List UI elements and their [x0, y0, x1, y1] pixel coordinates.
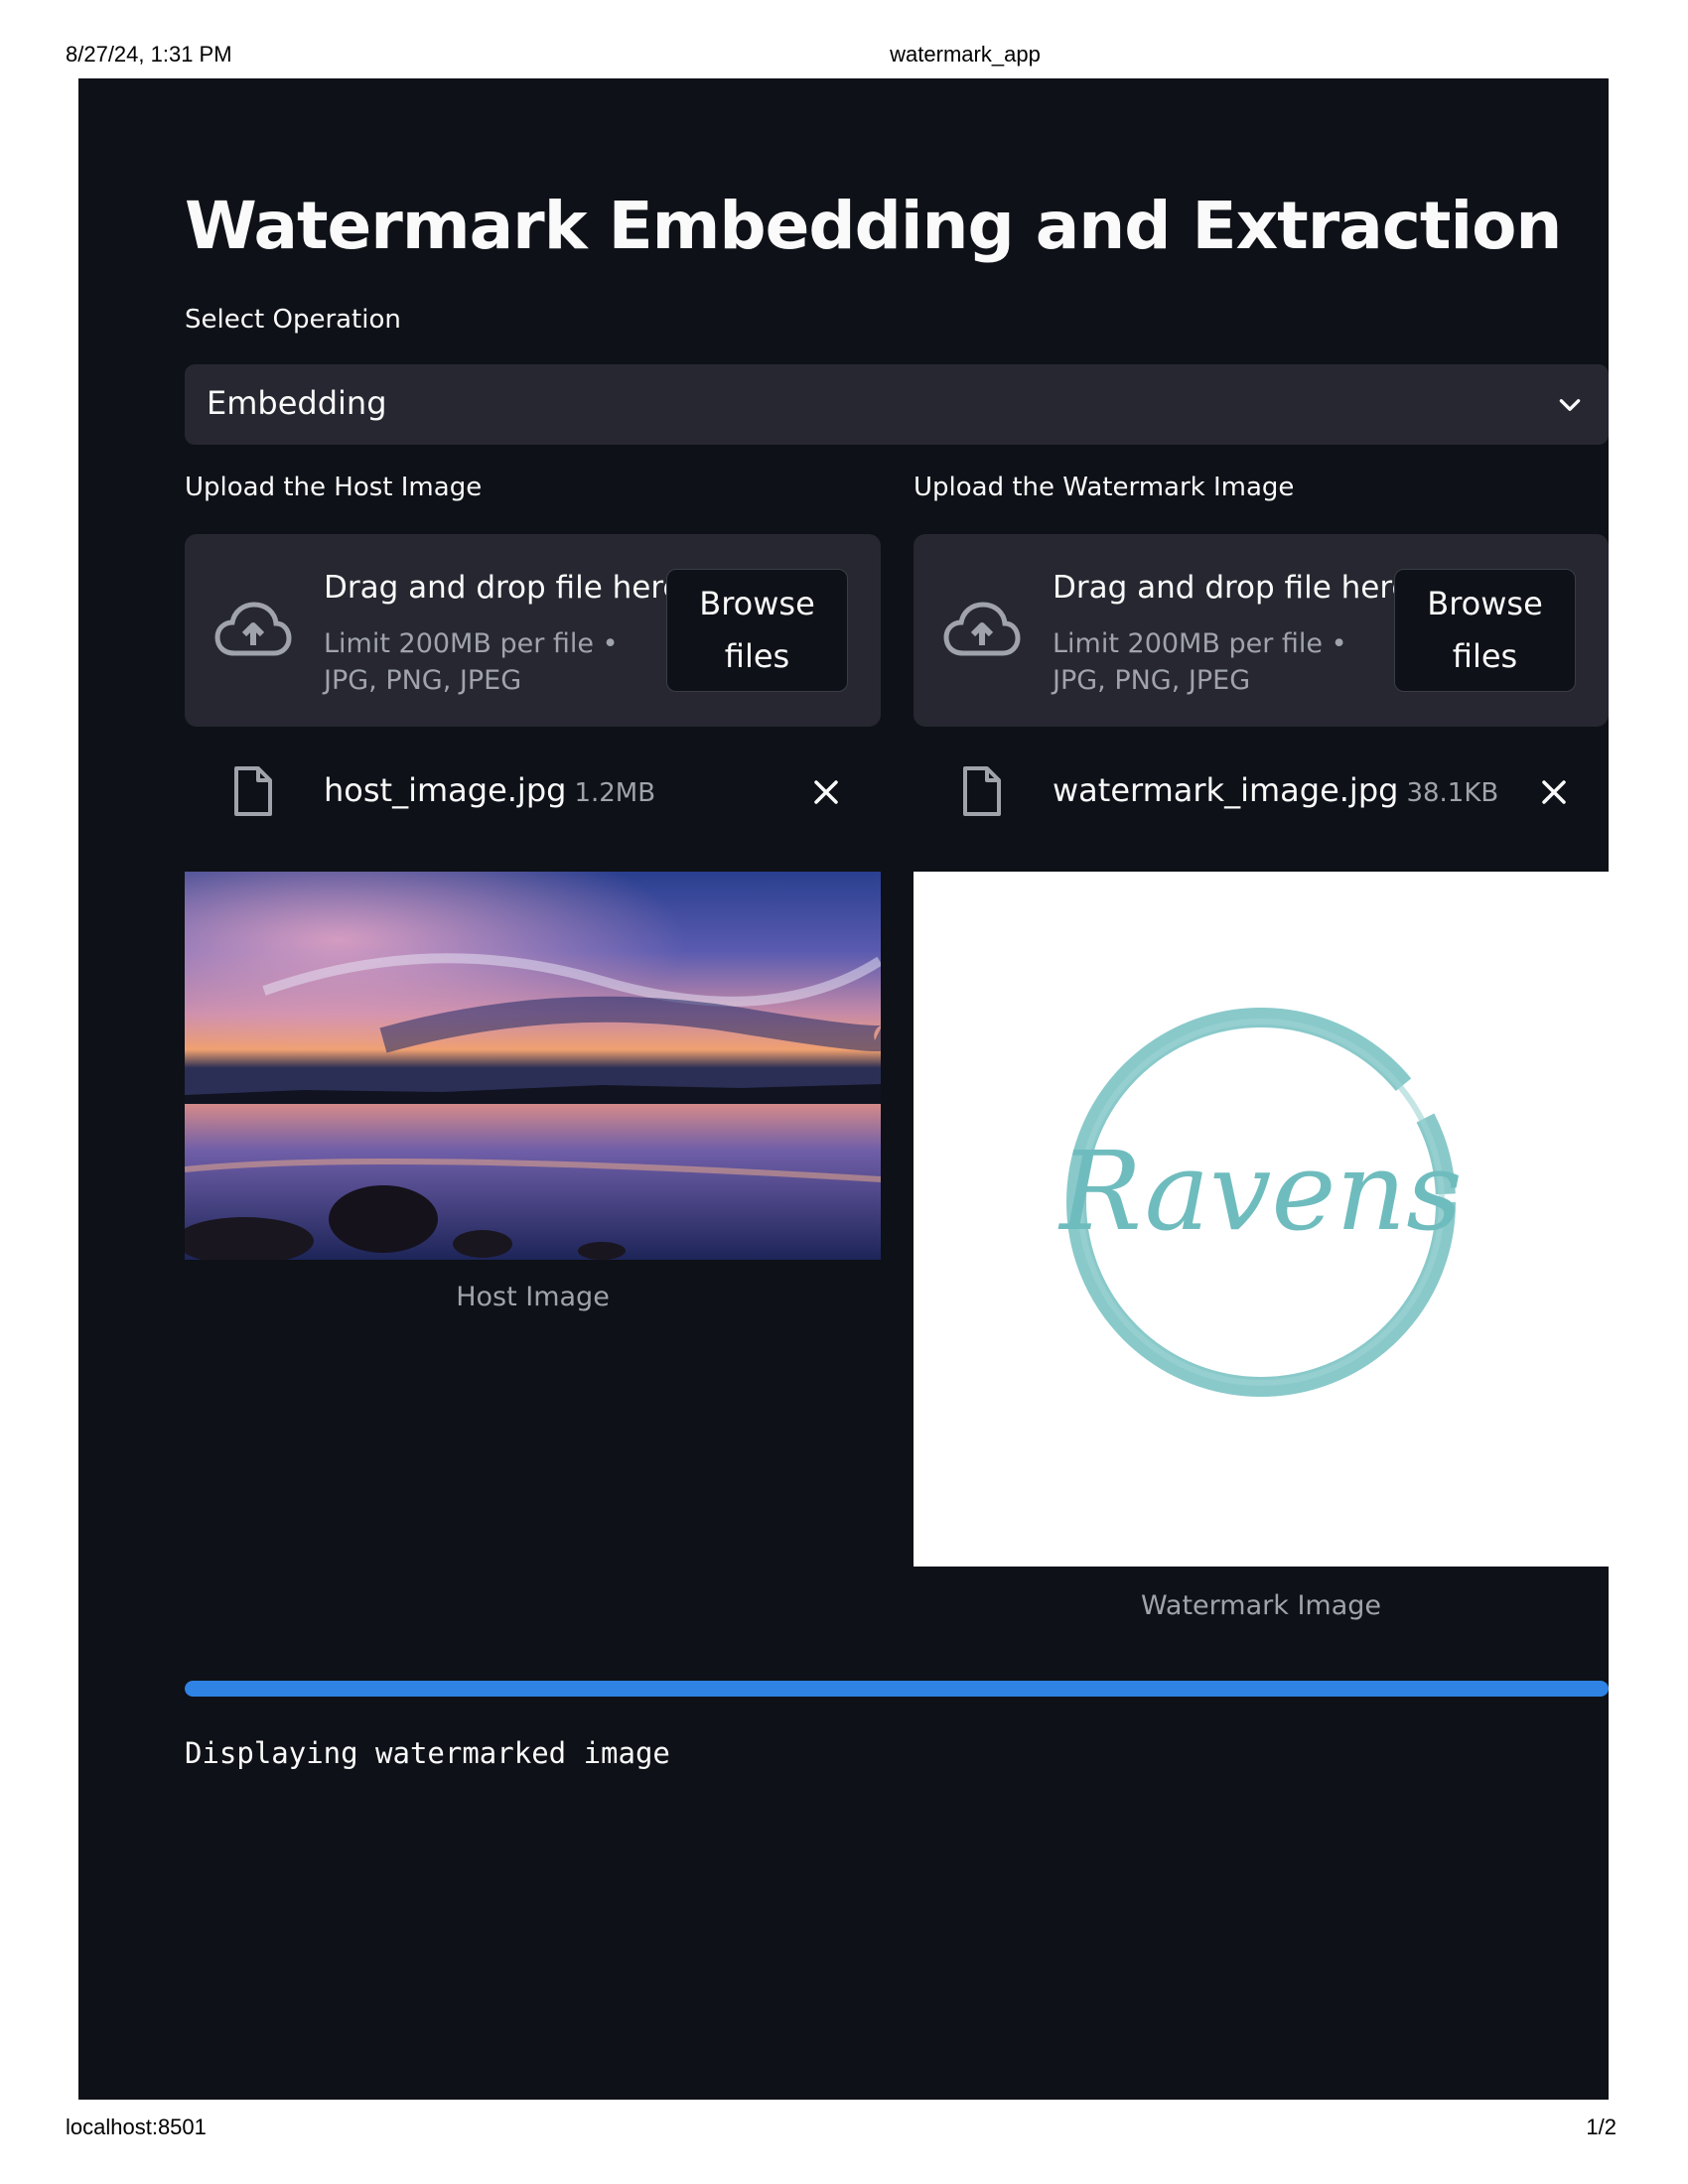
host-file-name: host_image.jpg 1.2MB — [324, 771, 655, 809]
print-url: localhost:8501 — [66, 2115, 207, 2139]
host-file-name-text: host_image.jpg — [324, 771, 567, 809]
app-window: Watermark Embedding and Extraction Selec… — [78, 78, 1609, 2100]
host-browse-button[interactable]: Browse files — [666, 569, 848, 692]
host-dropzone[interactable]: Drag and drop file here Limit 200MB per … — [185, 534, 881, 727]
watermark-image-caption: Watermark Image — [1140, 1590, 1382, 1621]
operation-label: Select Operation — [185, 305, 401, 335]
cloud-upload-icon — [214, 602, 292, 656]
operation-selected-value: Embedding — [207, 384, 387, 422]
host-image-preview — [185, 872, 881, 1260]
watermark-drop-text: Drag and drop file here — [1053, 570, 1411, 606]
progress-bar-fill — [185, 1681, 1609, 1697]
watermark-file-name: watermark_image.jpg 38.1KB — [1053, 771, 1498, 809]
print-page-number: 1/2 — [1586, 2115, 1617, 2139]
watermark-file-row: watermark_image.jpg 38.1KB — [914, 763, 1609, 833]
operation-select[interactable]: Embedding — [185, 364, 1609, 445]
progress-bar — [185, 1681, 1609, 1697]
file-icon — [234, 766, 272, 816]
host-file-row: host_image.jpg 1.2MB — [185, 763, 881, 833]
status-message: Displaying watermarked image — [185, 1736, 670, 1770]
page-title: Watermark Embedding and Extraction — [185, 188, 1562, 264]
host-drop-text: Drag and drop file here — [324, 570, 682, 606]
watermark-browse-button[interactable]: Browse files — [1394, 569, 1576, 692]
watermark-limit-text: Limit 200MB per file • JPG, PNG, JPEG — [1053, 628, 1347, 696]
host-limit-text: Limit 200MB per file • JPG, PNG, JPEG — [324, 628, 619, 696]
chevron-down-icon — [1559, 399, 1581, 411]
watermark-file-name-text: watermark_image.jpg — [1053, 771, 1399, 809]
watermark-remove-file-close-icon[interactable] — [1539, 777, 1569, 807]
watermark-upload-label: Upload the Watermark Image — [914, 473, 1295, 502]
svg-text:Ravens: Ravens — [1057, 1128, 1462, 1255]
watermark-dropzone[interactable]: Drag and drop file here Limit 200MB per … — [914, 534, 1609, 727]
watermark-image-preview: Ravens — [914, 872, 1609, 1567]
host-image-caption: Host Image — [456, 1282, 610, 1312]
print-doc-title: watermark_app — [890, 42, 1041, 67]
host-file-size: 1.2MB — [574, 778, 656, 808]
host-remove-file-close-icon[interactable] — [811, 777, 841, 807]
file-icon — [963, 766, 1001, 816]
cloud-upload-icon — [943, 602, 1021, 656]
ravens-logo-image: Ravens — [1057, 1008, 1463, 1397]
watermark-file-size: 38.1KB — [1406, 778, 1499, 808]
host-upload-label: Upload the Host Image — [185, 473, 483, 502]
sunset-lake-image — [185, 872, 881, 1260]
